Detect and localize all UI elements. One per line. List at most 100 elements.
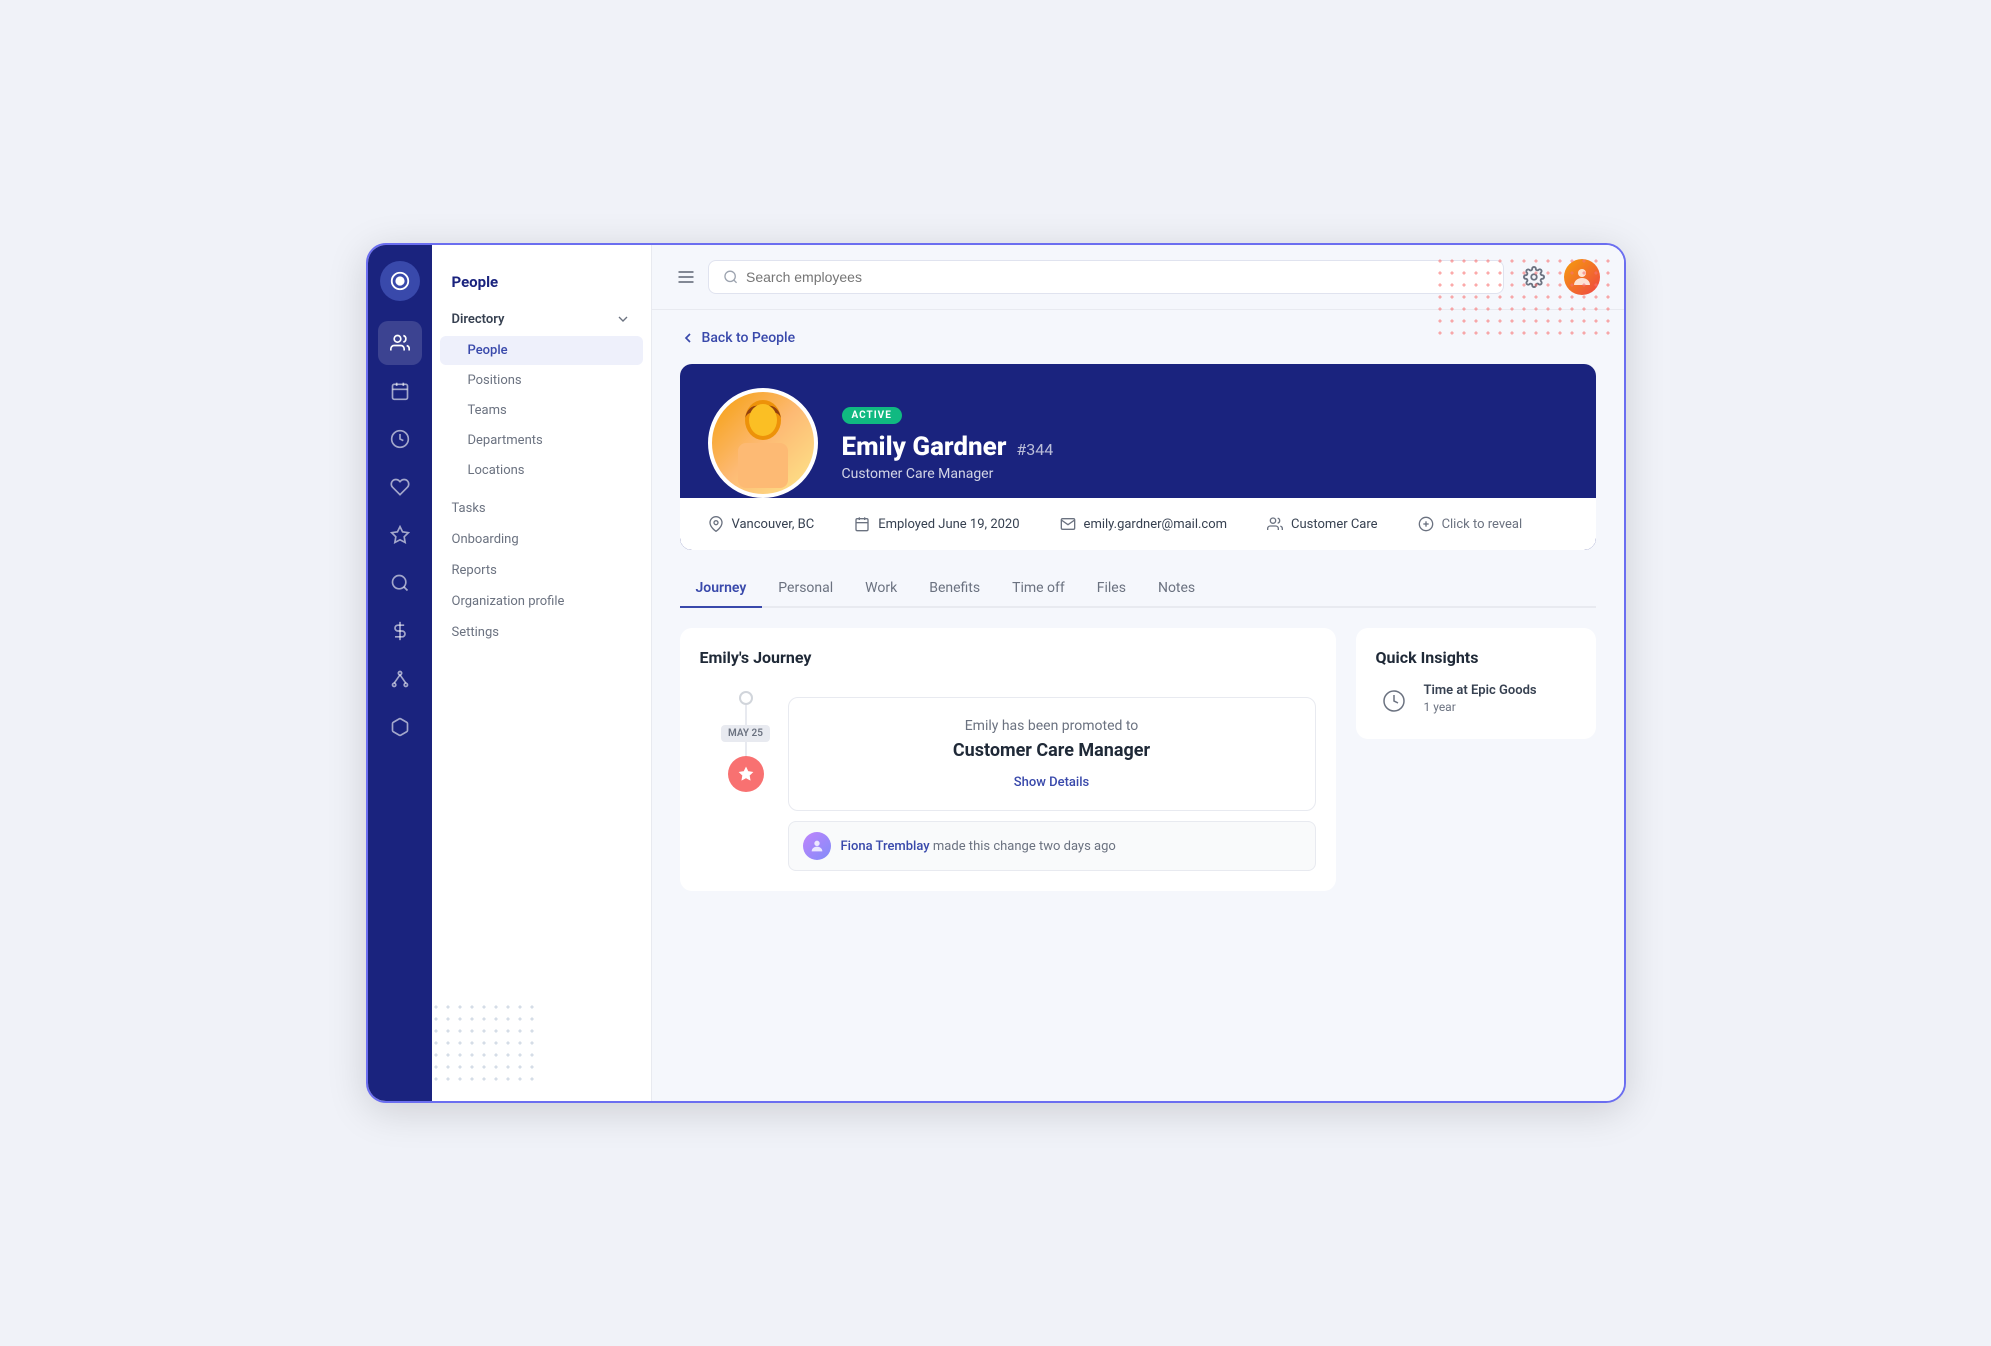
nav-item-tasks[interactable]: Tasks	[432, 493, 651, 524]
search-icon	[723, 269, 739, 285]
change-author-avatar	[803, 832, 831, 860]
timeline: MAY 25 Emily has been pr	[700, 687, 1316, 871]
settings-icon-btn[interactable]	[1516, 259, 1552, 295]
email-value: emily.gardner@mail.com	[1084, 517, 1228, 532]
salary-icon	[1418, 516, 1434, 532]
avatar-illustration	[728, 398, 798, 488]
back-to-people-link[interactable]: Back to People	[680, 330, 1596, 346]
insight-value: 1 year	[1424, 700, 1537, 714]
journey-event-card: Emily has been promoted to Customer Care…	[788, 697, 1316, 811]
employee-title: Customer Care Manager	[842, 466, 1568, 482]
profile-card: ACTIVE Emily Gardner #344 Customer Care …	[680, 364, 1596, 550]
back-arrow-icon	[680, 330, 696, 346]
tab-time-off[interactable]: Time off	[996, 570, 1081, 608]
app-wrapper: People Directory People Positions Teams …	[366, 243, 1626, 1103]
tab-files[interactable]: Files	[1081, 570, 1142, 608]
nav-item-settings[interactable]: Settings	[432, 617, 651, 648]
tab-journey[interactable]: Journey	[680, 570, 763, 608]
back-link-label: Back to People	[702, 330, 796, 346]
sidebar-icon-dollar[interactable]	[378, 609, 422, 653]
tab-personal[interactable]: Personal	[762, 570, 849, 608]
tab-benefits[interactable]: Benefits	[913, 570, 996, 608]
nav-group-directory-header[interactable]: Directory	[432, 303, 651, 335]
detail-location: Vancouver, BC	[708, 516, 815, 532]
avatar-icon	[1570, 265, 1594, 289]
change-description: made this change two days ago	[930, 839, 1116, 854]
sidebar-icon-people[interactable]	[378, 321, 422, 365]
tabs-bar: Journey Personal Work Benefits Time off …	[680, 570, 1596, 608]
icon-sidebar	[368, 245, 432, 1101]
settings-icon	[1523, 266, 1545, 288]
journey-card: Emily's Journey MAY 25	[680, 628, 1336, 891]
nav-item-locations[interactable]: Locations	[440, 456, 643, 485]
calendar-icon	[854, 516, 870, 532]
profile-details-row: Vancouver, BC Employed June 19, 2020	[680, 498, 1596, 550]
main-content: Back to People	[652, 245, 1624, 1101]
search-bar[interactable]	[708, 260, 1504, 294]
sidebar-icon-calendar[interactable]	[378, 369, 422, 413]
employee-id: #344	[1016, 440, 1053, 459]
nav-group-directory: Directory People Positions Teams Departm…	[432, 303, 651, 485]
department-value: Customer Care	[1291, 517, 1378, 532]
timeline-dot-star	[728, 756, 764, 792]
profile-name-row: Emily Gardner #344	[842, 432, 1568, 462]
app-logo[interactable]	[380, 261, 420, 301]
detail-email: emily.gardner@mail.com	[1060, 516, 1228, 532]
profile-avatar-wrap	[708, 388, 818, 498]
nav-section-title: People	[432, 265, 651, 303]
quick-insights-card: Quick Insights Time at Epic Goods 1 year	[1356, 628, 1596, 739]
journey-card-title: Emily's Journey	[700, 648, 1316, 667]
sidebar-icon-heart[interactable]	[378, 465, 422, 509]
nav-item-org-profile[interactable]: Organization profile	[432, 586, 651, 617]
nav-item-reports[interactable]: Reports	[432, 555, 651, 586]
change-author-icon	[809, 838, 825, 854]
clock-icon	[1382, 689, 1406, 713]
insight-content: Time at Epic Goods 1 year	[1424, 683, 1537, 714]
timeline-dot-empty	[739, 691, 753, 705]
location-value: Vancouver, BC	[732, 517, 815, 532]
journey-event-text: Emily has been promoted to	[809, 718, 1295, 734]
user-avatar[interactable]	[1564, 259, 1600, 295]
content-area: Emily's Journey MAY 25	[680, 628, 1596, 891]
sidebar-icon-search[interactable]	[378, 561, 422, 605]
nav-item-people[interactable]: People	[440, 336, 643, 365]
sidebar-icon-box[interactable]	[378, 705, 422, 749]
nav-item-teams[interactable]: Teams	[440, 396, 643, 425]
nav-item-departments[interactable]: Departments	[440, 426, 643, 455]
detail-salary[interactable]: Click to reveal	[1418, 516, 1523, 532]
journey-change-row: Fiona Tremblay made this change two days…	[788, 821, 1316, 871]
star-icon	[738, 766, 754, 782]
nav-sidebar: People Directory People Positions Teams …	[432, 245, 652, 1101]
salary-value: Click to reveal	[1442, 517, 1523, 532]
insight-item-time: Time at Epic Goods 1 year	[1376, 683, 1576, 719]
menu-icon[interactable]	[676, 267, 696, 287]
insight-clock-icon	[1376, 683, 1412, 719]
nav-item-positions[interactable]: Positions	[440, 366, 643, 395]
detail-department: Customer Care	[1267, 516, 1378, 532]
change-author-name: Fiona Tremblay	[841, 839, 930, 854]
page-body: Back to People	[652, 310, 1624, 1101]
profile-avatar	[708, 388, 818, 498]
topbar	[652, 245, 1624, 310]
journey-event-title: Customer Care Manager	[809, 740, 1295, 761]
sidebar-icon-star[interactable]	[378, 513, 422, 557]
topbar-actions	[1516, 259, 1600, 295]
tab-notes[interactable]: Notes	[1142, 570, 1211, 608]
nav-item-onboarding[interactable]: Onboarding	[432, 524, 651, 555]
employee-name: Emily Gardner	[842, 432, 1007, 462]
insight-label: Time at Epic Goods	[1424, 683, 1537, 698]
sidebar-icon-network[interactable]	[378, 657, 422, 701]
sidebar-icon-clock[interactable]	[378, 417, 422, 461]
show-details-link[interactable]: Show Details	[1014, 775, 1089, 790]
profile-banner: ACTIVE Emily Gardner #344 Customer Care …	[680, 364, 1596, 498]
timeline-date-badge: MAY 25	[721, 725, 770, 742]
tab-work[interactable]: Work	[849, 570, 913, 608]
detail-employed: Employed June 19, 2020	[854, 516, 1019, 532]
nav-group-directory-label: Directory	[452, 312, 505, 327]
department-icon	[1267, 516, 1283, 532]
employed-date-value: Employed June 19, 2020	[878, 517, 1019, 532]
search-input[interactable]	[746, 269, 1488, 285]
profile-info: ACTIVE Emily Gardner #344 Customer Care …	[842, 403, 1568, 498]
insights-title: Quick Insights	[1376, 648, 1576, 667]
email-icon	[1060, 516, 1076, 532]
